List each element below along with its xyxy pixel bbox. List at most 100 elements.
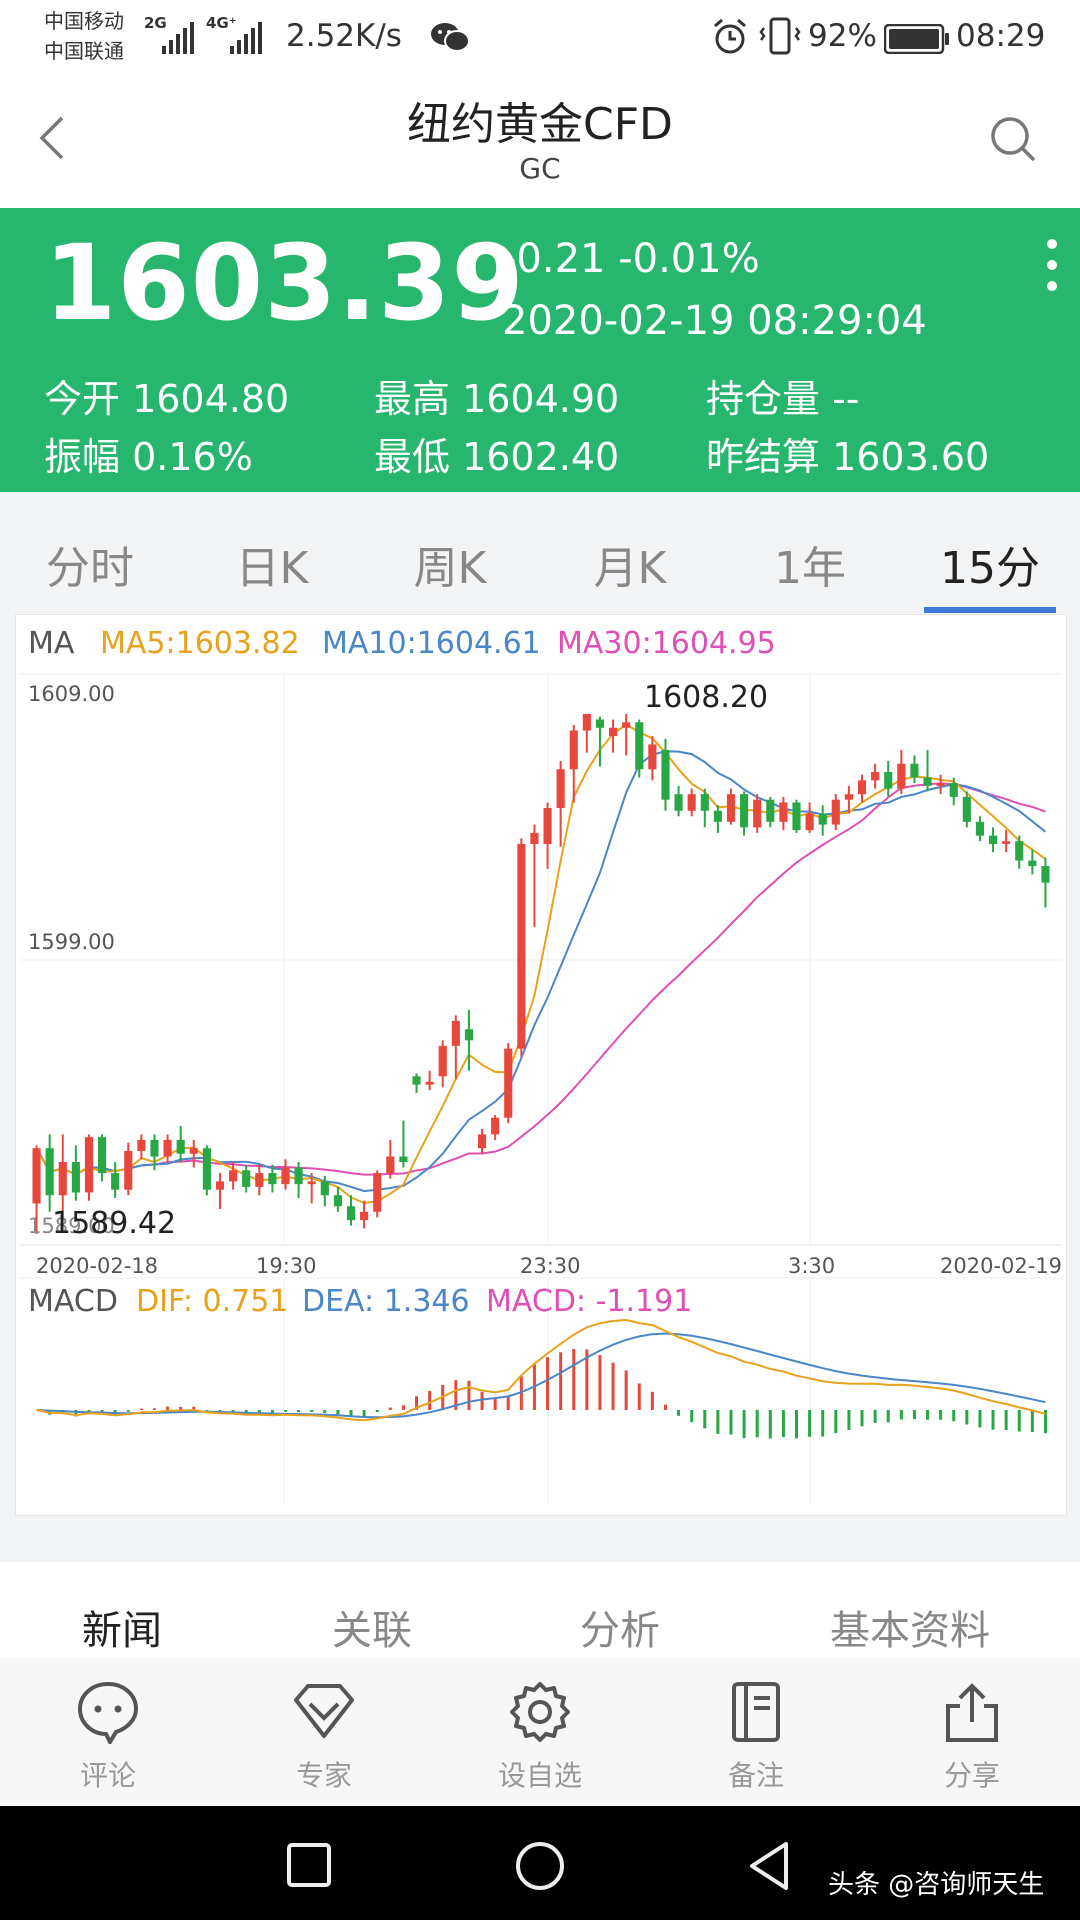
candle-body: [32, 1148, 41, 1204]
tab-news[interactable]: 新闻: [82, 1598, 162, 1656]
candle-body: [98, 1137, 107, 1174]
notes-icon: [732, 1682, 780, 1742]
candle-body: [857, 780, 867, 795]
ma10-polyline: [35, 750, 1047, 1193]
share-label: 分享: [943, 1759, 1000, 1792]
candle-body: [386, 1156, 395, 1174]
candle-body: [242, 1170, 251, 1187]
candle-body: [346, 1206, 356, 1221]
add-watchlist-label: 设自选: [497, 1759, 582, 1792]
back-icon[interactable]: [746, 1840, 792, 1892]
candle-body: [150, 1139, 159, 1157]
ma30-line: [35, 782, 1046, 1176]
candle-body: [71, 1162, 80, 1193]
candle-body: [700, 794, 709, 811]
candle-body: [556, 769, 565, 808]
tab-analysis[interactable]: 分析: [580, 1598, 660, 1656]
settings-icon: [510, 1682, 570, 1742]
candle-body: [137, 1139, 146, 1151]
candle-body: [517, 843, 526, 1049]
candle-body: [569, 730, 578, 770]
candle-body: [530, 832, 539, 844]
candle-body: [504, 1048, 513, 1118]
candle-body: [176, 1139, 185, 1154]
ma30-polyline: [35, 782, 1046, 1176]
candle-body: [975, 821, 984, 836]
comment-button[interactable]: 评论: [18, 1658, 198, 1806]
add-watchlist-button[interactable]: 设自选: [450, 1658, 630, 1806]
candle-body: [268, 1173, 277, 1185]
price-label-top: 1609.00: [28, 682, 115, 706]
candle-body: [84, 1137, 94, 1193]
expert-label: 专家: [295, 1759, 352, 1792]
candle-body: [320, 1181, 329, 1196]
candle-body: [884, 772, 893, 789]
candle-body: [111, 1173, 120, 1190]
home-icon[interactable]: [514, 1840, 566, 1892]
candle-body: [687, 794, 696, 811]
candle-body: [215, 1181, 225, 1190]
share-button[interactable]: 分享: [882, 1658, 1062, 1806]
macd-bars: [48, 1349, 1047, 1439]
candle-body: [635, 722, 644, 770]
candle-body: [163, 1139, 172, 1157]
ma5-polyline: [35, 723, 1046, 1205]
recent-apps-icon[interactable]: [286, 1842, 332, 1888]
candle-body: [674, 794, 683, 811]
candle-body: [844, 794, 853, 800]
macd-value: MACD: -1.191: [486, 1284, 693, 1319]
ma10-line: [35, 750, 1047, 1193]
macd-label: MACD: [28, 1284, 118, 1319]
share-icon: [946, 1683, 998, 1742]
min-price-marker: 1589.42: [52, 1206, 177, 1241]
candle-body: [202, 1148, 211, 1190]
candle-body: [333, 1195, 342, 1207]
candle-body: [988, 835, 998, 844]
notes-button[interactable]: 备注: [666, 1658, 846, 1806]
notes-label: 备注: [727, 1759, 784, 1792]
candle-body: [805, 813, 814, 831]
ma5-line: [35, 723, 1046, 1205]
tab-basic-info[interactable]: 基本资料: [830, 1598, 990, 1656]
candle-body: [871, 772, 880, 781]
macd-lines: [36, 1318, 1046, 1422]
candle-body: [360, 1211, 369, 1221]
candle-body: [543, 807, 552, 844]
candle-body: [753, 799, 762, 828]
candle-body: [648, 744, 657, 770]
comment-icon: [77, 1681, 139, 1744]
candle-body: [910, 763, 919, 778]
candle-body: [189, 1148, 198, 1154]
candle-body: [477, 1134, 487, 1149]
time-label-1: 2020-02-18: [36, 1254, 159, 1278]
expert-button[interactable]: 专家: [234, 1658, 414, 1806]
candle-body: [792, 802, 801, 831]
candle-body: [1015, 841, 1024, 861]
candle-body: [949, 783, 958, 797]
tab-related[interactable]: 关联: [332, 1598, 412, 1656]
candle-body: [124, 1150, 133, 1190]
comment-label: 评论: [79, 1759, 136, 1792]
candle-body: [307, 1181, 316, 1185]
candle-body: [451, 1020, 460, 1046]
candle-body: [713, 810, 722, 822]
candle-body: [399, 1156, 408, 1163]
candle-body: [831, 799, 840, 825]
time-label-4: 3:30: [788, 1254, 836, 1278]
candle-body: [1002, 841, 1011, 844]
time-label-2: 19:30: [256, 1254, 317, 1278]
candle-body: [464, 1029, 473, 1041]
candle-body: [1041, 866, 1050, 883]
candle-body: [281, 1167, 290, 1185]
max-price-marker: 1608.20: [644, 680, 769, 715]
time-label-3: 23:30: [520, 1254, 581, 1278]
candle-body: [962, 796, 971, 822]
candle-body: [897, 763, 906, 789]
candle-body: [923, 777, 932, 786]
dea-line: [36, 1332, 1046, 1419]
price-label-mid: 1599.00: [28, 930, 115, 954]
candle-body: [661, 749, 670, 800]
candle-body: [491, 1117, 500, 1135]
dif-value: DIF: 0.751: [136, 1284, 289, 1319]
candle-body: [740, 794, 749, 828]
